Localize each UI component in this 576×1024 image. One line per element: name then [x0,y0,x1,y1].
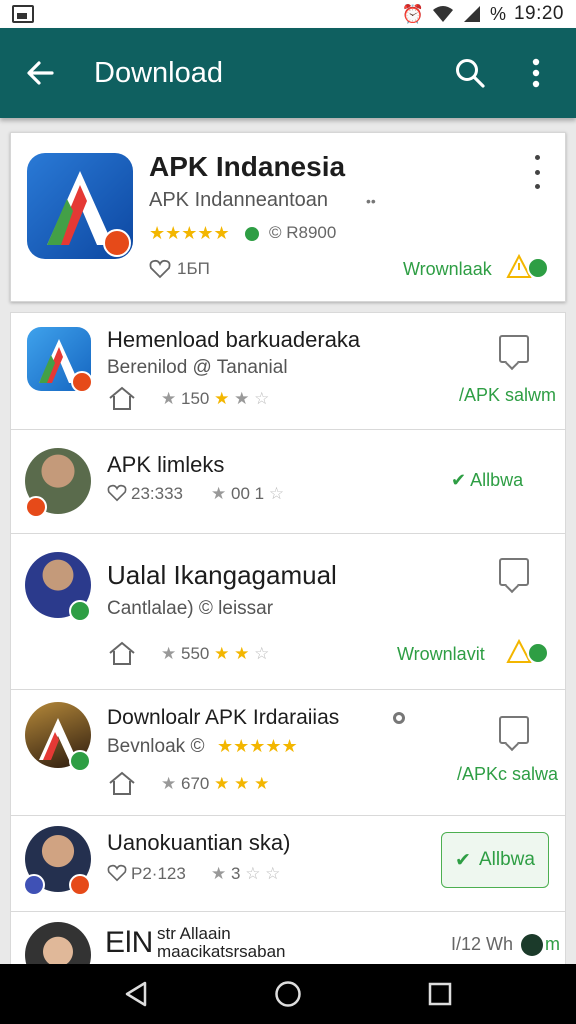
badge-icon [23,874,45,896]
check-badge-icon [527,257,549,279]
home-icon [109,386,135,410]
item-action-link[interactable]: /APKc salwa [457,764,558,785]
item-title: Hemenload barkuaderaka [107,327,361,352]
status-bar: ⏰ % 19:20 [0,0,576,28]
overflow-menu-button[interactable] [516,53,556,93]
item-title: ElN [105,926,154,959]
search-icon [456,59,485,88]
item-title: Ualal Ikangagamual [107,560,337,590]
featured-count: © R8900 [269,223,337,242]
allow-button[interactable]: ✔ Allbwa [441,832,549,888]
wifi-icon [432,6,453,22]
item-action-link[interactable]: Wrownlavit [397,644,485,665]
item-stars: ★ 150 ★ ★ ☆ [161,389,270,408]
nav-home-button[interactable] [268,974,308,1014]
check-badge-icon [69,600,91,622]
list-item[interactable]: Hemenload barkuaderaka Berenilod @ Tanan… [10,312,566,430]
comment-icon[interactable] [499,716,529,744]
play-badge-icon [71,371,93,393]
featured-app-subtitle: APK Indanneantoan [149,189,329,211]
home-icon [109,641,135,665]
apk-app-icon [27,153,133,259]
gallery-icon [12,5,34,23]
item-title-line2: maacikatsrsaban [157,942,286,961]
nav-recents-button[interactable] [420,974,460,1014]
nav-back-button[interactable] [116,974,156,1014]
search-button[interactable] [450,53,490,93]
signal-icon [463,6,480,22]
item-rating-stars: ★★★★★ [217,736,298,756]
alarm-icon: ⏰ [401,4,424,24]
avatar [25,922,91,964]
battery-indicator: % [489,3,506,24]
clock: 19:20 [513,3,564,24]
list-item[interactable]: Downloalr APK Irdaraiias Bevnloak © ★★★★… [10,690,566,816]
heart-icon [149,259,171,279]
heart-icon [107,484,127,502]
allow-button[interactable]: ✔ Allbwa [451,470,523,491]
featured-likes: 1БП [177,259,210,278]
play-badge-icon [103,229,131,257]
item-title: APK limleks [107,452,225,477]
dots-icon: •• [366,193,376,209]
heart-icon [107,864,127,882]
item-action-link[interactable]: /APK salwm [459,385,556,406]
featured-app-card[interactable]: APK Indanesia APK Indanneantoan •• ★★★★★… [10,132,566,302]
list-item[interactable]: Ualal Ikangagamual Cantlalae) © leissar … [10,534,566,690]
item-stars: ★ 00 1 ☆ [211,484,285,503]
featured-app-name: APK Indanesia [149,151,346,182]
item-subtitle: Berenilod @ Tananial [107,357,288,378]
back-button[interactable] [20,53,60,93]
download-list[interactable]: APK Indanesia APK Indanneantoan •• ★★★★★… [0,118,576,964]
featured-rating: ★★★★★ [149,223,230,243]
comment-icon[interactable] [499,335,529,363]
check-badge-icon [527,642,549,664]
circle-home-icon [275,981,301,1007]
flag-badge-icon [25,496,47,518]
home-icon [109,771,135,795]
list-item[interactable]: ElN str Allaain maacikatsrsaban I/12 Wh … [10,912,566,964]
page-title: Download [94,56,223,89]
item-likes: 23:333 [131,484,183,503]
item-subtitle: Cantlalae) © leissar [107,598,274,619]
item-title: Downloalr APK Irdaraiias [107,706,340,729]
item-subtitle: Bevnloak © [107,736,205,757]
item-likes: P2·123 [131,864,186,883]
item-action-link[interactable]: I/12 Wh [451,934,513,955]
play-badge-icon [69,874,91,896]
badge-icon [521,934,543,956]
triangle-back-icon [125,981,147,1007]
item-stars: ★ 550 ★ ★ ☆ [161,644,270,663]
featured-download-link[interactable]: Wrownlaak [403,259,492,280]
verified-icon [243,225,261,243]
check-badge-icon [69,750,91,772]
list-item[interactable]: APK limleks 23:333 ★ 00 1 ☆ ✔ Allbwa [10,430,566,534]
item-stars: ★ 670 ★ ★ ★ [161,774,270,793]
system-nav-bar [0,964,576,1024]
item-action-suffix: m [545,934,560,954]
app-bar: Download [0,28,576,118]
item-title-line1: str Allaain [157,924,231,943]
item-stars: ★ 3 ☆ ☆ [211,864,281,883]
featured-more-button[interactable] [527,155,547,189]
square-recents-icon [428,982,452,1006]
comment-icon[interactable] [499,558,529,586]
more-vert-icon [532,58,540,88]
arrow-left-icon [27,61,54,85]
dot-icon [393,712,405,724]
item-title: Uanokuantian ska) [107,830,291,855]
list-item[interactable]: Uanokuantian ska) P2·123 ★ 3 ☆ ☆ ✔ Allbw… [10,816,566,912]
